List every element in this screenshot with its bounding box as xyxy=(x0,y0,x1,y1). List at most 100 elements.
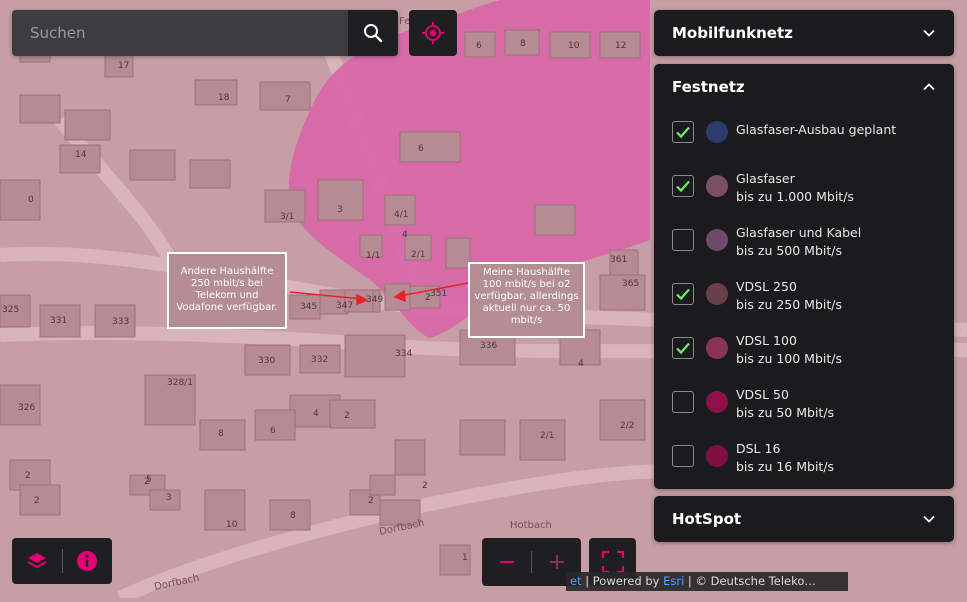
info-button[interactable] xyxy=(63,538,113,584)
layer-row[interactable]: VDSL 250 bis zu 250 Mbit/s xyxy=(654,278,954,332)
layer-label: VDSL 100 xyxy=(736,333,797,348)
search-bar xyxy=(12,9,398,57)
panel-hotspot-header[interactable]: HotSpot xyxy=(654,496,954,542)
layers-button[interactable] xyxy=(12,538,62,584)
street-label: Hotbach xyxy=(510,520,552,531)
house-number: 1/1 xyxy=(366,251,380,261)
panel-hotspot: HotSpot xyxy=(654,496,954,542)
layer-row[interactable]: Glasfaser-Ausbau geplant xyxy=(654,116,954,170)
chevron-up-icon xyxy=(923,83,935,91)
check-icon xyxy=(676,288,690,301)
search-icon xyxy=(364,24,383,43)
house-number: 333 xyxy=(112,317,129,327)
house-number: 8 xyxy=(520,39,526,49)
layer-label: VDSL 50 xyxy=(736,387,789,402)
panel-festnetz-header[interactable]: Festnetz xyxy=(654,64,954,110)
layer-row[interactable]: VDSL 100 bis zu 100 Mbit/s xyxy=(654,332,954,386)
layer-text: Glasfaser bis zu 1.000 Mbit/s xyxy=(736,170,854,206)
house-number: 3 xyxy=(337,205,343,215)
layer-row[interactable]: Glasfaser bis zu 1.000 Mbit/s xyxy=(654,170,954,224)
house-number: 2/1 xyxy=(411,250,425,260)
house-number: 3/1 xyxy=(280,212,294,222)
layer-checkbox[interactable] xyxy=(672,337,694,359)
layer-label: VDSL 250 xyxy=(736,279,797,294)
house-number: 6 xyxy=(418,144,424,154)
house-number: 331 xyxy=(50,316,67,326)
house-number: 5 xyxy=(146,475,152,485)
layer-color-swatch xyxy=(706,391,728,413)
layer-sublabel: bis zu 500 Mbit/s xyxy=(736,243,842,258)
house-number: 0 xyxy=(28,195,34,205)
layer-text: VDSL 100 bis zu 100 Mbit/s xyxy=(736,332,842,368)
house-number: 2/1 xyxy=(540,431,554,441)
house-number: 2 xyxy=(422,481,428,491)
search-button[interactable] xyxy=(348,10,398,56)
layer-text: VDSL 50 bis zu 50 Mbit/s xyxy=(736,386,834,422)
note-left: Andere Haushälfte 250 mbit/s bei Telekom… xyxy=(167,252,287,329)
layer-list: Glasfaser-Ausbau geplant Glasfaser bis zu … xyxy=(654,110,954,494)
panel-title: HotSpot xyxy=(672,510,742,528)
fullscreen-icon xyxy=(601,550,624,574)
house-number: 365 xyxy=(622,279,639,289)
check-icon xyxy=(676,180,690,193)
house-number: 2 xyxy=(34,496,40,506)
attribution-powered: | Powered by xyxy=(581,574,664,588)
layer-checkbox[interactable] xyxy=(672,445,694,467)
house-number: 6 xyxy=(270,426,276,436)
layer-label: Glasfaser xyxy=(736,171,795,186)
layer-checkbox[interactable] xyxy=(672,121,694,143)
layer-checkbox[interactable] xyxy=(672,175,694,197)
info-icon xyxy=(77,551,98,571)
layer-checkbox[interactable] xyxy=(672,229,694,251)
house-number: 10 xyxy=(226,520,238,530)
layer-text: DSL 16 bis zu 16 Mbit/s xyxy=(736,440,834,476)
house-number: 2 xyxy=(368,496,374,506)
locate-button[interactable] xyxy=(409,10,457,56)
layer-color-swatch xyxy=(706,445,728,467)
layer-color-swatch xyxy=(706,175,728,197)
house-number: 347 xyxy=(336,301,353,311)
layer-row[interactable]: DSL 16 bis zu 16 Mbit/s xyxy=(654,440,954,494)
house-number: 14 xyxy=(75,150,87,160)
house-number: 18 xyxy=(218,93,230,103)
house-number: 328/1 xyxy=(167,378,193,388)
house-number: 325 xyxy=(2,305,19,315)
esri-link[interactable]: Esri xyxy=(663,574,684,588)
layer-color-swatch xyxy=(706,283,728,305)
search-input[interactable] xyxy=(12,9,348,57)
house-number: 336 xyxy=(480,341,497,351)
house-number: 4 xyxy=(578,359,584,369)
panel-festnetz: Festnetz Glasfaser-Ausbau geplant Glasfas… xyxy=(654,64,954,489)
panel-title: Mobilfunknetz xyxy=(672,24,793,42)
house-number: 10 xyxy=(568,41,580,51)
zoom-out-button[interactable] xyxy=(482,538,531,586)
house-number: 2/2 xyxy=(620,421,634,431)
check-icon xyxy=(676,342,690,355)
attribution-copyright: | © Deutsche Teleko… xyxy=(684,574,816,588)
house-number: 4 xyxy=(402,230,408,240)
check-icon xyxy=(676,126,690,139)
layer-text: Glasfaser und Kabel bis zu 500 Mbit/s xyxy=(736,224,861,260)
layers-icon xyxy=(27,553,47,569)
layer-row[interactable]: VDSL 50 bis zu 50 Mbit/s xyxy=(654,386,954,440)
house-number: 12 xyxy=(615,41,626,51)
layer-checkbox[interactable] xyxy=(672,391,694,413)
layer-sublabel: bis zu 1.000 Mbit/s xyxy=(736,189,854,204)
leaflet-link[interactable]: et xyxy=(570,574,582,588)
house-number: 17 xyxy=(118,61,129,71)
house-number: 1 xyxy=(462,553,468,563)
layer-checkbox[interactable] xyxy=(672,283,694,305)
layer-text: Glasfaser-Ausbau geplant xyxy=(736,116,896,139)
layer-color-swatch xyxy=(706,229,728,251)
layer-sublabel: bis zu 100 Mbit/s xyxy=(736,351,842,366)
panel-mobilfunknetz-header[interactable]: Mobilfunknetz xyxy=(654,10,954,56)
map-tools xyxy=(12,538,112,584)
house-number: 330 xyxy=(258,356,275,366)
house-number: 6 xyxy=(476,41,482,51)
layer-row[interactable]: Glasfaser und Kabel bis zu 500 Mbit/s xyxy=(654,224,954,278)
map-attribution: et | Powered by Esri | © Deutsche Teleko… xyxy=(566,572,848,591)
house-number: 326 xyxy=(18,403,35,413)
house-number: 8 xyxy=(218,429,224,439)
chevron-down-icon xyxy=(923,515,935,523)
layer-color-swatch xyxy=(706,121,728,143)
